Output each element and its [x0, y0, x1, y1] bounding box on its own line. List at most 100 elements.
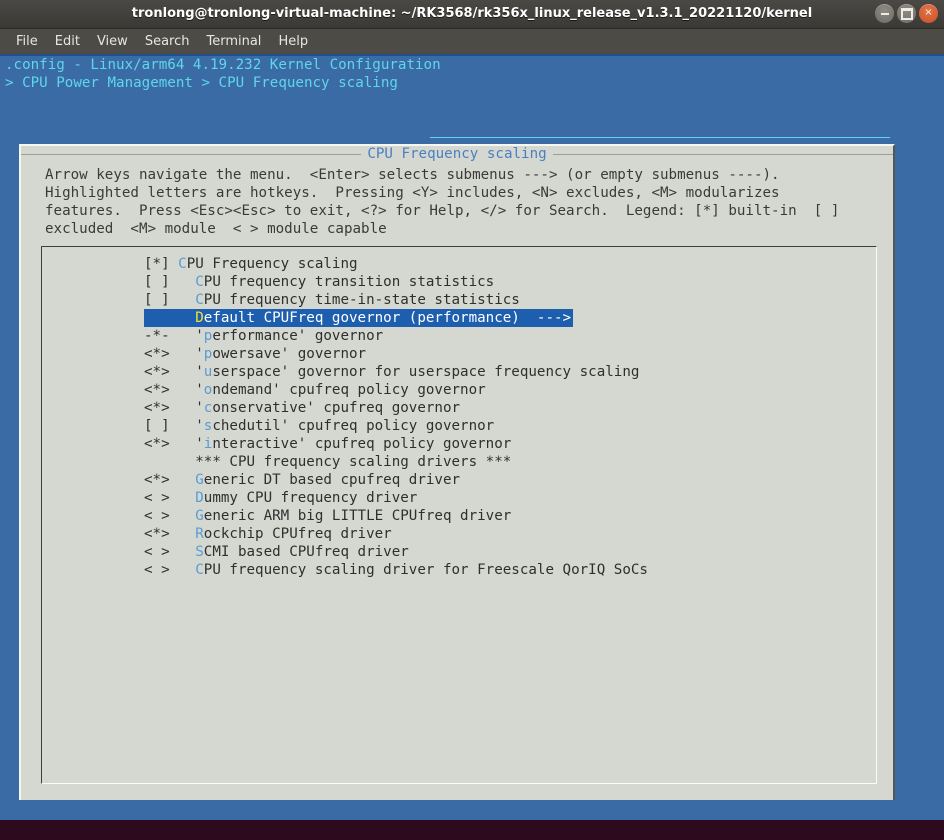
menu-item-label: CMI based CPUfreq driver: [203, 544, 409, 560]
menu-list-item[interactable]: <*> 'conservative' cpufreq governor: [144, 399, 864, 417]
menu-item-hotkey: C: [195, 274, 204, 290]
submenu-arrow: --->: [519, 310, 572, 326]
menu-list-item[interactable]: -*- 'performance' governor: [144, 327, 864, 345]
menu-item-prefix: ': [195, 436, 204, 452]
menu-item-prefix: ': [195, 364, 204, 380]
menu-list-item[interactable]: [ ] CPU frequency time-in-state statisti…: [144, 291, 864, 309]
menu-list-item[interactable]: < > CPU frequency scaling driver for Fre…: [144, 561, 864, 579]
menu-list-item[interactable]: <*> 'powersave' governor: [144, 345, 864, 363]
menu-item-hotkey: C: [178, 256, 187, 272]
menu-list-item[interactable]: < > SCMI based CPUfreq driver: [144, 543, 864, 561]
menu-list-item[interactable]: <*> 'ondemand' cpufreq policy governor: [144, 381, 864, 399]
dialog-title: CPU Frequency scaling: [367, 146, 547, 162]
desktop-bottom-strip: [0, 820, 944, 840]
window-controls: ×: [875, 4, 938, 23]
menu-list-item[interactable]: <*> 'userspace' governor for userspace f…: [144, 363, 864, 381]
menu-search[interactable]: Search: [137, 32, 199, 51]
menu-breadcrumb: > CPU Power Management > CPU Frequency s…: [5, 75, 398, 91]
terminal-window: tronlong@tronlong-virtual-machine: ~/RK3…: [0, 0, 944, 820]
menu-item-hotkey: D: [195, 490, 204, 506]
menu-item-state: [*]: [144, 256, 179, 272]
menu-list-item[interactable]: <*> Generic DT based cpufreq driver: [144, 471, 864, 489]
menu-item-label: ummy CPU frequency driver: [203, 490, 418, 506]
menu-item-list: [*] CPU Frequency scaling[ ] CPU frequen…: [144, 255, 864, 579]
menu-item-label: efault CPUFreq governor (performance): [203, 310, 520, 326]
menu-item-state: -*-: [144, 328, 196, 344]
terminal-surface: .config - Linux/arm64 4.19.232 Kernel Co…: [0, 56, 944, 820]
menu-list-item[interactable]: [ ] 'schedutil' cpufreq policy governor: [144, 417, 864, 435]
menu-view[interactable]: View: [89, 32, 137, 51]
menu-item-state: < >: [144, 508, 196, 524]
application-menubar: File Edit View Search Terminal Help: [0, 29, 944, 56]
menu-terminal[interactable]: Terminal: [198, 32, 270, 51]
menu-list-item[interactable]: Default CPUFreq governor (performance) -…: [144, 309, 574, 327]
menu-item-state: <*>: [144, 364, 196, 380]
menu-item-state: < >: [144, 490, 196, 506]
menu-item-prefix: ': [195, 346, 204, 362]
menu-item-label: ndemand' cpufreq policy governor: [212, 382, 486, 398]
menu-edit[interactable]: Edit: [47, 32, 89, 51]
menu-item-label: erformance' governor: [212, 328, 384, 344]
menu-item-state: [ ]: [144, 418, 196, 434]
menu-list-item[interactable]: < > Generic ARM big LITTLE CPUfreq drive…: [144, 507, 864, 525]
menu-item-state: <*>: [144, 526, 196, 542]
menu-item-state: <*>: [144, 346, 196, 362]
menu-item-hotkey: C: [195, 292, 204, 308]
menu-item-label: chedutil' cpufreq policy governor: [212, 418, 495, 434]
menu-item-label: eneric DT based cpufreq driver: [203, 472, 461, 488]
menu-item-state: [144, 310, 195, 326]
menu-item-label: PU frequency transition statistics: [203, 274, 495, 290]
menu-item-prefix: ': [195, 382, 204, 398]
menu-item-label: PU Frequency scaling: [186, 256, 358, 272]
menu-item-prefix: *** CPU frequency scaling drivers ***: [195, 454, 512, 470]
menu-item-prefix: ': [195, 418, 204, 434]
menu-item-label: nteractive' cpufreq policy governor: [212, 436, 512, 452]
menu-item-prefix: ': [195, 328, 204, 344]
window-title: tronlong@tronlong-virtual-machine: ~/RK3…: [131, 6, 813, 21]
maximize-icon[interactable]: [897, 4, 916, 23]
breadcrumb-rule: [430, 137, 890, 138]
minimize-icon[interactable]: [875, 4, 894, 23]
window-titlebar: tronlong@tronlong-virtual-machine: ~/RK3…: [0, 0, 944, 29]
menu-item-label: eneric ARM big LITTLE CPUfreq driver: [203, 508, 512, 524]
menu-list-item[interactable]: [*] CPU Frequency scaling: [144, 255, 864, 273]
menu-item-label: ockchip CPUfreq driver: [203, 526, 392, 542]
menu-item-hotkey: G: [195, 508, 204, 524]
menu-listbox[interactable]: [*] CPU Frequency scaling[ ] CPU frequen…: [41, 246, 877, 784]
menu-item-hotkey: D: [195, 310, 204, 326]
menu-item-state: < >: [144, 562, 196, 578]
menu-list-item[interactable]: <*> Rockchip CPUfreq driver: [144, 525, 864, 543]
terminal-bottom-strip: [0, 800, 944, 820]
menu-item-hotkey: C: [195, 562, 204, 578]
menu-item-state: <*>: [144, 436, 196, 452]
menu-item-state: [ ]: [144, 292, 196, 308]
close-icon[interactable]: ×: [919, 4, 938, 23]
menu-list-item[interactable]: *** CPU frequency scaling drivers ***: [144, 453, 864, 471]
close-glyph: ×: [924, 6, 933, 18]
menu-item-hotkey: S: [195, 544, 204, 560]
menu-list-item[interactable]: < > Dummy CPU frequency driver: [144, 489, 864, 507]
menu-item-state: < >: [144, 544, 196, 560]
kernel-config-header: .config - Linux/arm64 4.19.232 Kernel Co…: [5, 57, 441, 73]
menu-item-label: serspace' governor for userspace frequen…: [212, 364, 640, 380]
menu-item-label: PU frequency scaling driver for Freescal…: [203, 562, 648, 578]
menu-item-label: owersave' governor: [212, 346, 367, 362]
menu-item-state: [ ]: [144, 274, 196, 290]
menu-list-item[interactable]: <*> 'interactive' cpufreq policy governo…: [144, 435, 864, 453]
menu-list-item[interactable]: [ ] CPU frequency transition statistics: [144, 273, 864, 291]
menu-item-state: <*>: [144, 472, 196, 488]
menu-item-label: onservative' cpufreq governor: [212, 400, 461, 416]
menu-item-state: [144, 454, 195, 470]
menu-item-label: PU frequency time-in-state statistics: [203, 292, 520, 308]
desktop-background: tronlong@tronlong-virtual-machine: ~/RK3…: [0, 0, 944, 840]
menu-file[interactable]: File: [8, 32, 47, 51]
dialog-title-row: CPU Frequency scaling: [21, 145, 893, 163]
menu-item-state: <*>: [144, 400, 196, 416]
menuconfig-dialog: CPU Frequency scaling Arrow keys navigat…: [19, 144, 895, 820]
menu-item-hotkey: G: [195, 472, 204, 488]
menu-item-hotkey: R: [195, 526, 204, 542]
title-rule-left: [21, 154, 362, 155]
menu-item-state: <*>: [144, 382, 196, 398]
menu-help[interactable]: Help: [270, 32, 317, 51]
dialog-help-text: Arrow keys navigate the menu. <Enter> se…: [45, 167, 840, 237]
